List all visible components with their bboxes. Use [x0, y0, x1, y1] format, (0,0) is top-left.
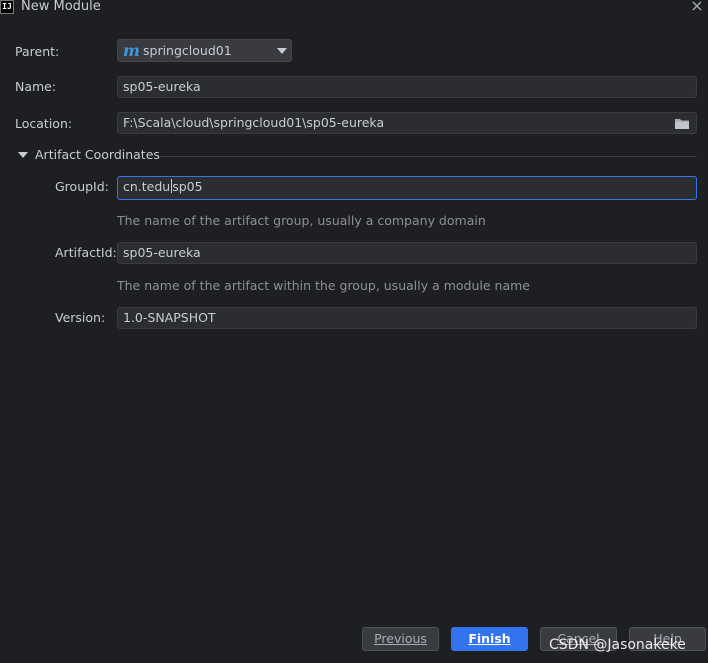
groupid-text-after-caret: sp05 — [172, 179, 203, 194]
version-label: Version: — [55, 310, 106, 325]
name-label: Name: — [15, 79, 57, 94]
name-field[interactable]: sp05-eureka — [117, 76, 697, 98]
groupid-label: GroupId: — [55, 179, 109, 194]
location-field[interactable]: F:\Scala\cloud\springcloud01\sp05-eureka — [117, 112, 697, 134]
groupid-hint: The name of the artifact group, usually … — [117, 213, 486, 228]
maven-icon: m — [123, 41, 140, 60]
artifact-coordinates-header[interactable]: Artifact Coordinates — [35, 147, 160, 162]
title-bar: IJ New Module × — [0, 0, 708, 18]
artifactid-label: ArtifactId: — [55, 245, 117, 260]
previous-button-label: Previous — [374, 631, 427, 646]
window-title: New Module — [21, 0, 101, 14]
section-divider — [160, 156, 697, 157]
previous-button[interactable]: Previous — [362, 627, 439, 651]
finish-button[interactable]: Finish — [451, 627, 528, 651]
parent-dropdown[interactable]: m springcloud01 — [117, 39, 292, 62]
parent-label: Parent: — [15, 44, 60, 59]
intellij-app-icon: IJ — [0, 0, 14, 14]
groupid-text-before-caret: cn.tedu — [123, 179, 171, 194]
version-field[interactable]: 1.0-SNAPSHOT — [117, 307, 697, 329]
folder-icon[interactable] — [674, 117, 690, 130]
artifactid-hint: The name of the artifact within the grou… — [117, 278, 530, 293]
finish-button-label: Finish — [468, 631, 511, 646]
csdn-watermark: CSDN @Jasonakeke — [549, 637, 686, 653]
location-label: Location: — [15, 116, 73, 131]
collapse-arrow-icon[interactable] — [18, 152, 28, 158]
groupid-field[interactable]: cn.tedu sp05 — [117, 176, 697, 200]
chevron-down-icon — [277, 48, 287, 54]
parent-selected-value: springcloud01 — [143, 43, 232, 58]
close-icon[interactable]: × — [690, 0, 704, 15]
artifactid-field[interactable]: sp05-eureka — [117, 242, 697, 264]
